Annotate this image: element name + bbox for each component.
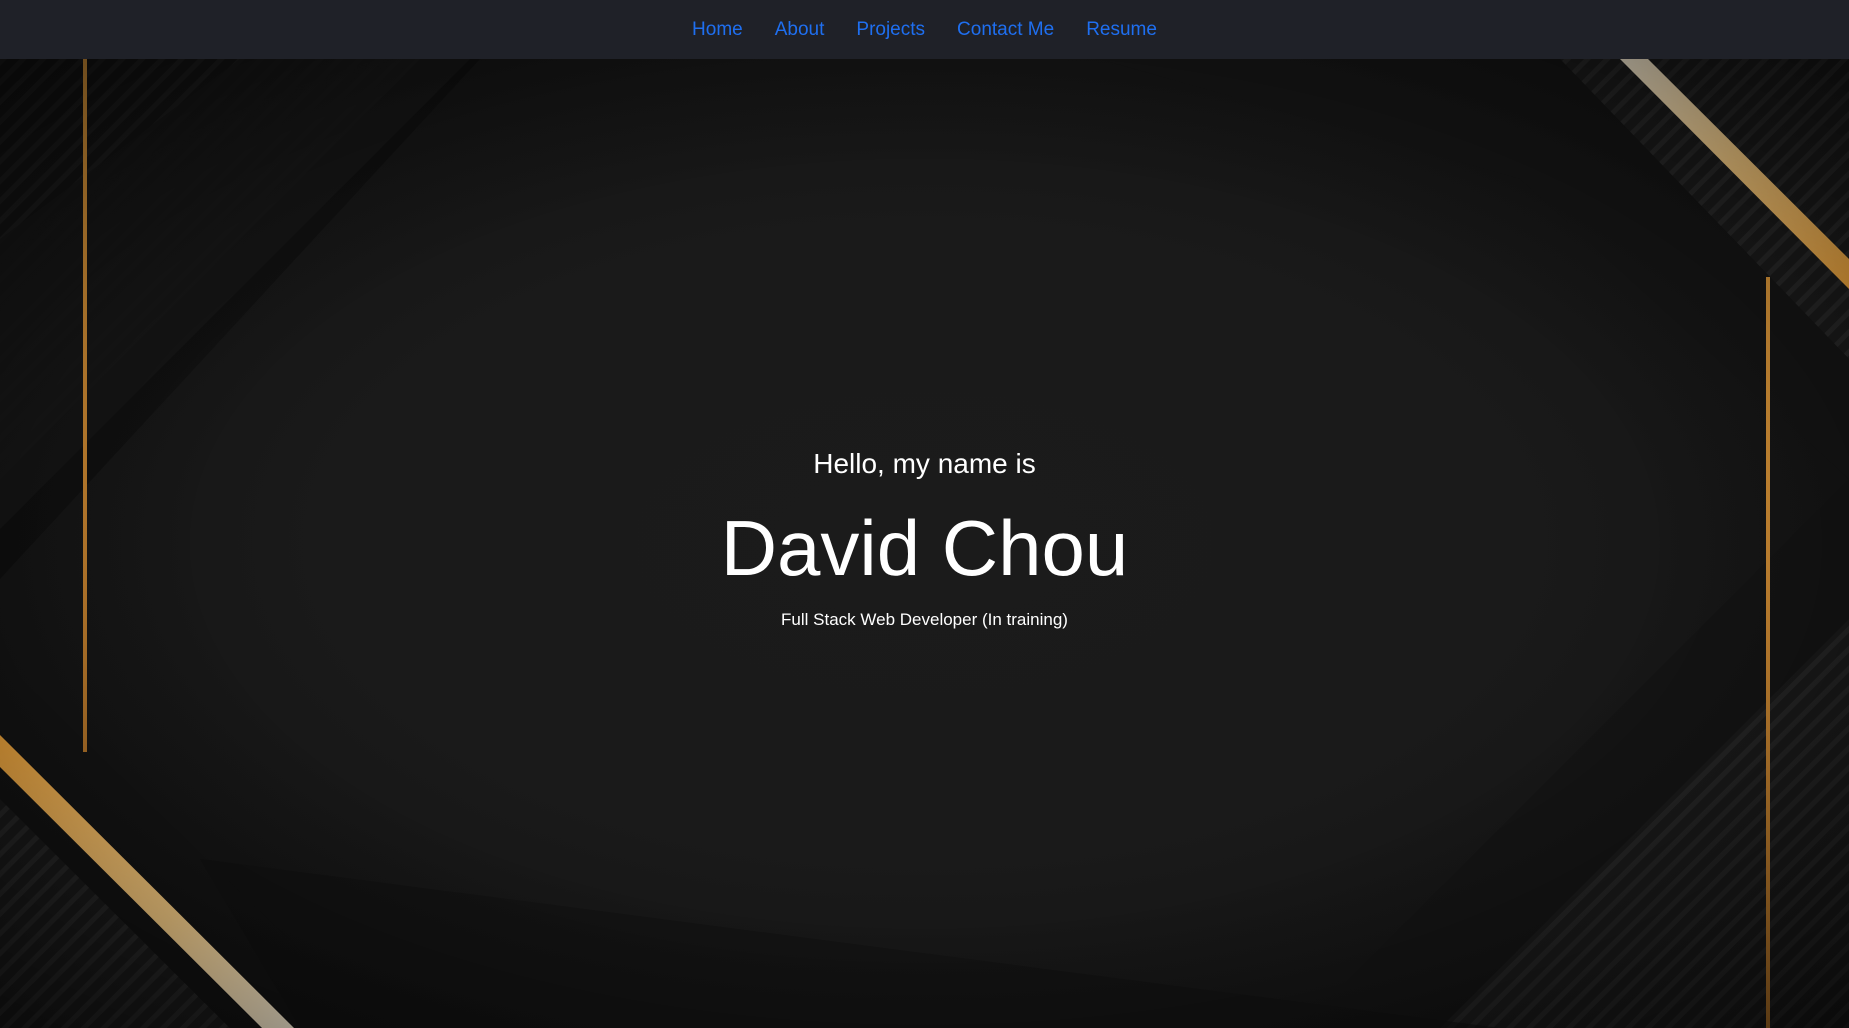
nav-list: Home About Projects Contact Me Resume (692, 16, 1157, 43)
top-navbar: Home About Projects Contact Me Resume (0, 0, 1849, 59)
nav-link-contact[interactable]: Contact Me (957, 19, 1054, 40)
nav-item-home: Home (692, 16, 743, 43)
nav-link-about[interactable]: About (775, 19, 825, 40)
nav-item-resume: Resume (1086, 16, 1157, 43)
nav-link-home[interactable]: Home (692, 19, 743, 40)
nav-item-contact: Contact Me (957, 16, 1054, 43)
hero-name: David Chou (720, 504, 1129, 592)
hero-greeting: Hello, my name is (813, 448, 1036, 479)
hero-tagline: Full Stack Web Developer (In training) (781, 610, 1068, 629)
hero-section: Hello, my name is David Chou Full Stack … (0, 59, 1849, 1028)
nav-link-resume[interactable]: Resume (1086, 19, 1157, 40)
nav-item-projects: Projects (856, 16, 925, 43)
nav-item-about: About (775, 16, 825, 43)
nav-link-projects[interactable]: Projects (856, 19, 925, 40)
hero-content: Hello, my name is David Chou Full Stack … (0, 59, 1849, 1028)
